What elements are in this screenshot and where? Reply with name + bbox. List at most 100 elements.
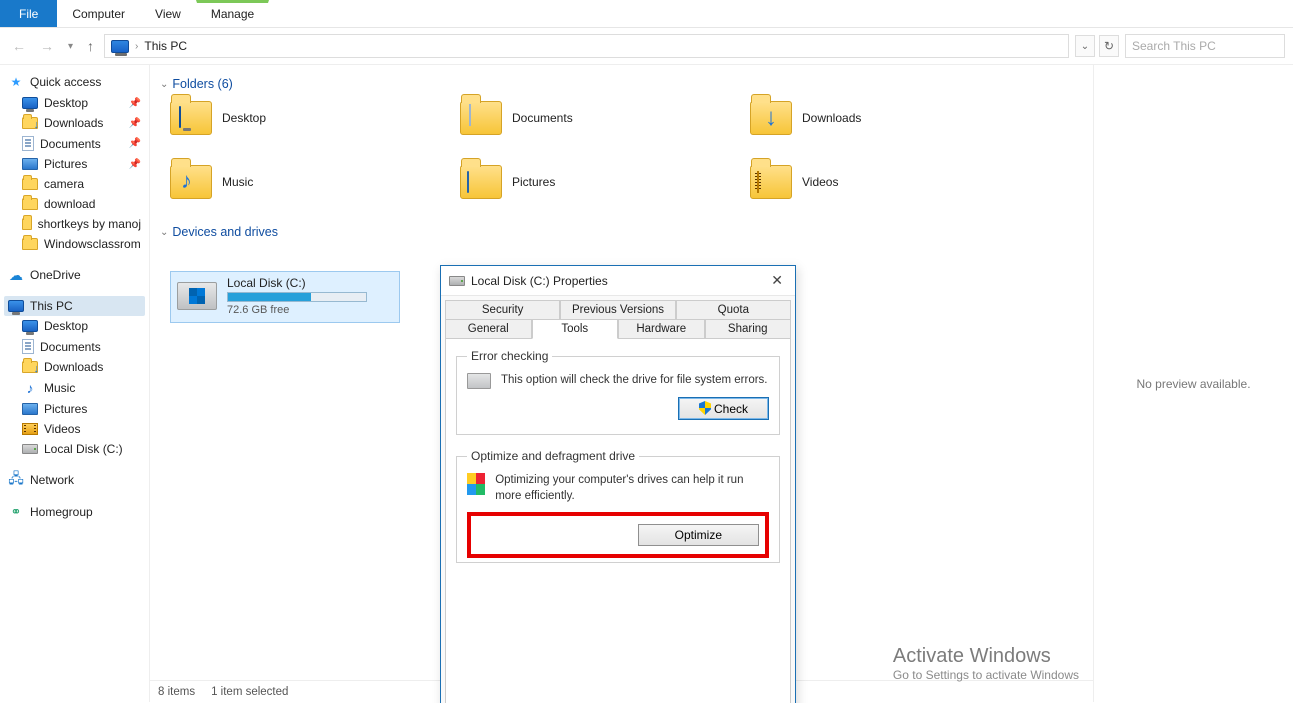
nav-pc-downloads[interactable]: Downloads: [4, 357, 145, 377]
group-label: Optimize and defragment drive: [467, 449, 639, 463]
folder-icon: ↓: [750, 101, 792, 135]
watermark-sub: Go to Settings to activate Windows: [893, 668, 1079, 682]
nav-label: Homegroup: [30, 505, 93, 519]
nav-pc-documents[interactable]: Documents: [4, 336, 145, 357]
folder-icon: [460, 101, 502, 135]
ribbon-tab-manage[interactable]: Manage: [196, 0, 269, 27]
defrag-icon: [467, 473, 485, 495]
refresh-icon[interactable]: ↻: [1099, 35, 1119, 57]
nav-pc-pictures[interactable]: Pictures: [4, 399, 145, 419]
folder-documents[interactable]: Documents: [460, 101, 690, 135]
error-check-text: This option will check the drive for fil…: [501, 373, 768, 389]
dialog-titlebar[interactable]: Local Disk (C:) Properties ✕: [441, 266, 795, 296]
ribbon-tab-computer[interactable]: Computer: [57, 0, 140, 27]
nav-label: OneDrive: [30, 268, 81, 282]
thispc-icon: [8, 300, 24, 312]
nav-label: shortkeys by manoj: [38, 217, 141, 231]
desktop-icon: [22, 97, 38, 109]
drive-icon: [22, 444, 38, 454]
section-folders[interactable]: ⌄ Folders (6): [160, 71, 1083, 101]
close-icon[interactable]: ✕: [767, 272, 787, 289]
nav-qa-documents[interactable]: Documents📌: [4, 133, 145, 154]
nav-label: Videos: [44, 422, 80, 436]
breadcrumb-location: This PC: [144, 39, 187, 53]
folder-icon: [22, 178, 38, 190]
nav-pc-desktop[interactable]: Desktop: [4, 316, 145, 336]
folder-label: Desktop: [222, 111, 266, 125]
folder-desktop[interactable]: Desktop: [170, 101, 400, 135]
button-label: Check: [714, 402, 748, 416]
folder-icon: [170, 101, 212, 135]
breadcrumb[interactable]: › This PC: [104, 34, 1069, 58]
documents-icon: [22, 339, 34, 354]
nav-pc-localdisk[interactable]: Local Disk (C:): [4, 439, 145, 459]
properties-dialog: Local Disk (C:) Properties ✕ Security Pr…: [440, 265, 796, 703]
drive-usage-bar: [227, 292, 367, 302]
nav-label: Music: [44, 381, 75, 395]
optimize-highlight: Optimize: [467, 512, 769, 558]
nav-qa-desktop[interactable]: Desktop📌: [4, 93, 145, 113]
nav-label: download: [44, 197, 95, 211]
check-button[interactable]: Check: [678, 397, 769, 420]
tab-hardware[interactable]: Hardware: [618, 319, 705, 339]
nav-qa-shortkeys[interactable]: shortkeys by manoj: [4, 214, 145, 234]
optimize-button[interactable]: Optimize: [638, 524, 759, 546]
search-input[interactable]: Search This PC: [1125, 34, 1285, 58]
nav-thispc[interactable]: This PC: [4, 296, 145, 316]
caret-down-icon: ⌄: [160, 79, 168, 90]
network-icon: 🖧: [8, 472, 24, 488]
tab-security[interactable]: Security: [445, 300, 560, 319]
nav-label: Documents: [40, 340, 101, 354]
folder-downloads[interactable]: ↓Downloads: [750, 101, 980, 135]
preview-pane: No preview available.: [1093, 65, 1293, 702]
folder-music[interactable]: ♪Music: [170, 165, 400, 199]
ribbon-tab-file[interactable]: File: [0, 0, 57, 27]
nav-qa-downloads[interactable]: Downloads📌: [4, 113, 145, 133]
folder-videos[interactable]: Videos: [750, 165, 980, 199]
pin-icon: 📌: [129, 159, 141, 170]
tab-content: Error checking This option will check th…: [445, 338, 791, 703]
tab-tools[interactable]: Tools: [532, 319, 619, 339]
nav-label: This PC: [30, 299, 73, 313]
folder-icon: [22, 198, 38, 210]
drive-icon: [449, 276, 465, 286]
nav-recent-icon[interactable]: ▾: [64, 41, 77, 52]
nav-qa-camera[interactable]: camera: [4, 174, 145, 194]
group-error-checking: Error checking This option will check th…: [456, 349, 780, 435]
nav-onedrive[interactable]: ☁OneDrive: [4, 264, 145, 286]
ribbon-tab-view[interactable]: View: [140, 0, 196, 27]
nav-qa-windowsclassrom[interactable]: Windowsclassrom: [4, 234, 145, 254]
nav-label: Downloads: [44, 116, 103, 130]
tab-general[interactable]: General: [445, 319, 532, 339]
downloads-icon: [22, 361, 38, 373]
nav-network[interactable]: 🖧 Network: [4, 469, 145, 491]
music-icon: ♪: [22, 380, 38, 396]
folder-icon: ♪: [170, 165, 212, 199]
folder-label: Documents: [512, 111, 573, 125]
pictures-icon: [22, 403, 38, 415]
nav-homegroup[interactable]: ⚭Homegroup: [4, 501, 145, 523]
star-icon: ★: [8, 74, 24, 90]
folder-icon: [750, 165, 792, 199]
dialog-title: Local Disk (C:) Properties: [471, 274, 608, 288]
nav-label: Downloads: [44, 360, 103, 374]
folder-pictures[interactable]: Pictures: [460, 165, 690, 199]
section-drives[interactable]: ⌄ Devices and drives: [160, 219, 1083, 249]
nav-tree: ★ Quick access Desktop📌 Downloads📌 Docum…: [0, 65, 150, 702]
nav-qa-download[interactable]: download: [4, 194, 145, 214]
drive-local-c[interactable]: Local Disk (C:) 72.6 GB free: [170, 271, 400, 323]
nav-pc-music[interactable]: ♪ Music: [4, 377, 145, 399]
videos-icon: [22, 423, 38, 435]
tab-previous-versions[interactable]: Previous Versions: [560, 300, 675, 319]
nav-label: Documents: [40, 137, 101, 151]
tab-quota[interactable]: Quota: [676, 300, 791, 319]
nav-up-icon[interactable]: ↑: [83, 38, 98, 54]
nav-label: Network: [30, 473, 74, 487]
nav-qa-pictures[interactable]: Pictures📌: [4, 154, 145, 174]
addr-dropdown-icon[interactable]: ⌄: [1075, 35, 1095, 57]
tab-sharing[interactable]: Sharing: [705, 319, 792, 339]
nav-pc-videos[interactable]: Videos: [4, 419, 145, 439]
status-items: 8 items: [158, 686, 195, 698]
ribbon-tabs: File Computer View Manage: [0, 0, 1293, 28]
nav-quick-access[interactable]: ★ Quick access: [4, 71, 145, 93]
